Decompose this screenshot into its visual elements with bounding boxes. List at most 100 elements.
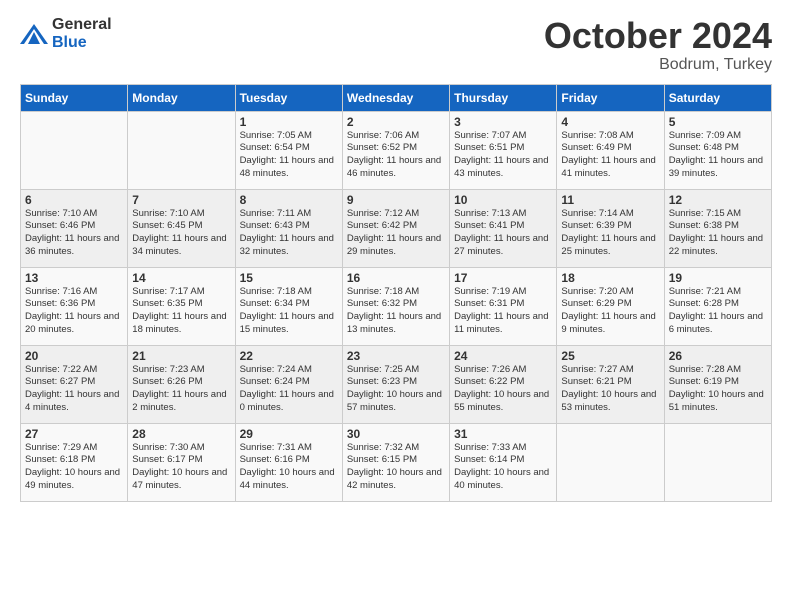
- cell-content: Sunrise: 7:25 AM Sunset: 6:23 PM Dayligh…: [347, 364, 445, 415]
- logo-blue-text: Blue: [52, 34, 87, 51]
- day-number: 14: [132, 271, 230, 285]
- location-title: Bodrum, Turkey: [544, 56, 772, 74]
- day-number: 8: [240, 193, 338, 207]
- logo: General Blue: [20, 16, 112, 52]
- cell-content: Sunrise: 7:26 AM Sunset: 6:22 PM Dayligh…: [454, 364, 552, 415]
- cell-content: Sunrise: 7:24 AM Sunset: 6:24 PM Dayligh…: [240, 364, 338, 415]
- day-number: 1: [240, 115, 338, 129]
- calendar-table: SundayMondayTuesdayWednesdayThursdayFrid…: [20, 84, 772, 502]
- cell-content: Sunrise: 7:05 AM Sunset: 6:54 PM Dayligh…: [240, 130, 338, 181]
- cell-content: Sunrise: 7:13 AM Sunset: 6:41 PM Dayligh…: [454, 208, 552, 259]
- day-number: 25: [561, 349, 659, 363]
- day-header-tuesday: Tuesday: [235, 84, 342, 111]
- day-number: 31: [454, 427, 552, 441]
- calendar-week-row: 20Sunrise: 7:22 AM Sunset: 6:27 PM Dayli…: [21, 345, 772, 423]
- calendar-cell: 26Sunrise: 7:28 AM Sunset: 6:19 PM Dayli…: [664, 345, 771, 423]
- calendar-cell: 15Sunrise: 7:18 AM Sunset: 6:34 PM Dayli…: [235, 267, 342, 345]
- cell-content: Sunrise: 7:08 AM Sunset: 6:49 PM Dayligh…: [561, 130, 659, 181]
- calendar-cell: 21Sunrise: 7:23 AM Sunset: 6:26 PM Dayli…: [128, 345, 235, 423]
- calendar-cell: 11Sunrise: 7:14 AM Sunset: 6:39 PM Dayli…: [557, 189, 664, 267]
- cell-content: Sunrise: 7:14 AM Sunset: 6:39 PM Dayligh…: [561, 208, 659, 259]
- calendar-cell: 19Sunrise: 7:21 AM Sunset: 6:28 PM Dayli…: [664, 267, 771, 345]
- cell-content: Sunrise: 7:31 AM Sunset: 6:16 PM Dayligh…: [240, 442, 338, 493]
- day-number: 18: [561, 271, 659, 285]
- cell-content: Sunrise: 7:22 AM Sunset: 6:27 PM Dayligh…: [25, 364, 123, 415]
- cell-content: Sunrise: 7:29 AM Sunset: 6:18 PM Dayligh…: [25, 442, 123, 493]
- day-number: 29: [240, 427, 338, 441]
- calendar-cell: 2Sunrise: 7:06 AM Sunset: 6:52 PM Daylig…: [342, 111, 449, 189]
- day-number: 30: [347, 427, 445, 441]
- logo-general-text: General: [52, 16, 112, 33]
- calendar-week-row: 6Sunrise: 7:10 AM Sunset: 6:46 PM Daylig…: [21, 189, 772, 267]
- day-number: 10: [454, 193, 552, 207]
- calendar-cell: 24Sunrise: 7:26 AM Sunset: 6:22 PM Dayli…: [450, 345, 557, 423]
- calendar-week-row: 1Sunrise: 7:05 AM Sunset: 6:54 PM Daylig…: [21, 111, 772, 189]
- calendar-cell: [21, 111, 128, 189]
- cell-content: Sunrise: 7:21 AM Sunset: 6:28 PM Dayligh…: [669, 286, 767, 337]
- cell-content: Sunrise: 7:09 AM Sunset: 6:48 PM Dayligh…: [669, 130, 767, 181]
- cell-content: Sunrise: 7:32 AM Sunset: 6:15 PM Dayligh…: [347, 442, 445, 493]
- calendar-cell: 14Sunrise: 7:17 AM Sunset: 6:35 PM Dayli…: [128, 267, 235, 345]
- calendar-cell: 16Sunrise: 7:18 AM Sunset: 6:32 PM Dayli…: [342, 267, 449, 345]
- day-header-thursday: Thursday: [450, 84, 557, 111]
- day-number: 21: [132, 349, 230, 363]
- cell-content: Sunrise: 7:07 AM Sunset: 6:51 PM Dayligh…: [454, 130, 552, 181]
- day-number: 3: [454, 115, 552, 129]
- day-number: 4: [561, 115, 659, 129]
- day-header-friday: Friday: [557, 84, 664, 111]
- cell-content: Sunrise: 7:28 AM Sunset: 6:19 PM Dayligh…: [669, 364, 767, 415]
- calendar-cell: 30Sunrise: 7:32 AM Sunset: 6:15 PM Dayli…: [342, 423, 449, 501]
- day-header-monday: Monday: [128, 84, 235, 111]
- day-number: 12: [669, 193, 767, 207]
- cell-content: Sunrise: 7:30 AM Sunset: 6:17 PM Dayligh…: [132, 442, 230, 493]
- cell-content: Sunrise: 7:16 AM Sunset: 6:36 PM Dayligh…: [25, 286, 123, 337]
- calendar-cell: [664, 423, 771, 501]
- logo-icon: [20, 24, 48, 44]
- day-number: 28: [132, 427, 230, 441]
- cell-content: Sunrise: 7:10 AM Sunset: 6:45 PM Dayligh…: [132, 208, 230, 259]
- calendar-cell: 5Sunrise: 7:09 AM Sunset: 6:48 PM Daylig…: [664, 111, 771, 189]
- day-number: 13: [25, 271, 123, 285]
- cell-content: Sunrise: 7:10 AM Sunset: 6:46 PM Dayligh…: [25, 208, 123, 259]
- day-number: 11: [561, 193, 659, 207]
- cell-content: Sunrise: 7:20 AM Sunset: 6:29 PM Dayligh…: [561, 286, 659, 337]
- cell-content: Sunrise: 7:12 AM Sunset: 6:42 PM Dayligh…: [347, 208, 445, 259]
- calendar-cell: 29Sunrise: 7:31 AM Sunset: 6:16 PM Dayli…: [235, 423, 342, 501]
- cell-content: Sunrise: 7:11 AM Sunset: 6:43 PM Dayligh…: [240, 208, 338, 259]
- day-number: 20: [25, 349, 123, 363]
- cell-content: Sunrise: 7:15 AM Sunset: 6:38 PM Dayligh…: [669, 208, 767, 259]
- calendar-week-row: 13Sunrise: 7:16 AM Sunset: 6:36 PM Dayli…: [21, 267, 772, 345]
- day-header-saturday: Saturday: [664, 84, 771, 111]
- calendar-cell: [128, 111, 235, 189]
- cell-content: Sunrise: 7:33 AM Sunset: 6:14 PM Dayligh…: [454, 442, 552, 493]
- calendar-cell: 12Sunrise: 7:15 AM Sunset: 6:38 PM Dayli…: [664, 189, 771, 267]
- cell-content: Sunrise: 7:06 AM Sunset: 6:52 PM Dayligh…: [347, 130, 445, 181]
- cell-content: Sunrise: 7:27 AM Sunset: 6:21 PM Dayligh…: [561, 364, 659, 415]
- calendar-cell: 28Sunrise: 7:30 AM Sunset: 6:17 PM Dayli…: [128, 423, 235, 501]
- day-number: 27: [25, 427, 123, 441]
- calendar-cell: 7Sunrise: 7:10 AM Sunset: 6:45 PM Daylig…: [128, 189, 235, 267]
- day-number: 26: [669, 349, 767, 363]
- calendar-cell: 1Sunrise: 7:05 AM Sunset: 6:54 PM Daylig…: [235, 111, 342, 189]
- day-number: 23: [347, 349, 445, 363]
- cell-content: Sunrise: 7:19 AM Sunset: 6:31 PM Dayligh…: [454, 286, 552, 337]
- calendar-cell: 18Sunrise: 7:20 AM Sunset: 6:29 PM Dayli…: [557, 267, 664, 345]
- cell-content: Sunrise: 7:23 AM Sunset: 6:26 PM Dayligh…: [132, 364, 230, 415]
- header: General Blue October 2024 Bodrum, Turkey: [20, 16, 772, 74]
- calendar-cell: 13Sunrise: 7:16 AM Sunset: 6:36 PM Dayli…: [21, 267, 128, 345]
- cell-content: Sunrise: 7:18 AM Sunset: 6:34 PM Dayligh…: [240, 286, 338, 337]
- calendar-cell: 27Sunrise: 7:29 AM Sunset: 6:18 PM Dayli…: [21, 423, 128, 501]
- day-number: 5: [669, 115, 767, 129]
- calendar-cell: 3Sunrise: 7:07 AM Sunset: 6:51 PM Daylig…: [450, 111, 557, 189]
- calendar-cell: 6Sunrise: 7:10 AM Sunset: 6:46 PM Daylig…: [21, 189, 128, 267]
- calendar-cell: 31Sunrise: 7:33 AM Sunset: 6:14 PM Dayli…: [450, 423, 557, 501]
- day-number: 6: [25, 193, 123, 207]
- month-title: October 2024: [544, 16, 772, 56]
- calendar-cell: 10Sunrise: 7:13 AM Sunset: 6:41 PM Dayli…: [450, 189, 557, 267]
- calendar-week-row: 27Sunrise: 7:29 AM Sunset: 6:18 PM Dayli…: [21, 423, 772, 501]
- calendar-cell: 4Sunrise: 7:08 AM Sunset: 6:49 PM Daylig…: [557, 111, 664, 189]
- day-number: 24: [454, 349, 552, 363]
- title-block: October 2024 Bodrum, Turkey: [544, 16, 772, 74]
- calendar-cell: 22Sunrise: 7:24 AM Sunset: 6:24 PM Dayli…: [235, 345, 342, 423]
- page-container: General Blue October 2024 Bodrum, Turkey…: [0, 0, 792, 512]
